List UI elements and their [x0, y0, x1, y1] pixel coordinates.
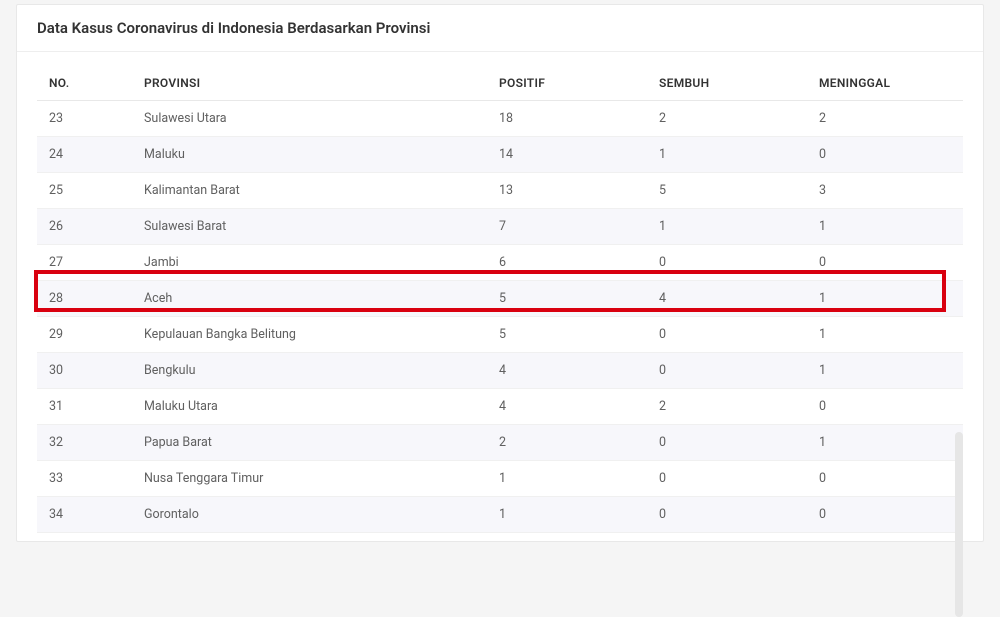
cell-provinsi: Nusa Tenggara Timur	[132, 461, 487, 497]
table-row: 26Sulawesi Barat711	[37, 209, 963, 245]
table-row: 31Maluku Utara420	[37, 389, 963, 425]
cell-no: 25	[37, 173, 132, 209]
cell-sembuh: 4	[647, 281, 807, 317]
table-row: 30Bengkulu401	[37, 353, 963, 389]
province-table: NO. PROVINSI POSITIF SEMBUH MENINGGAL 23…	[37, 66, 963, 533]
cell-provinsi: Gorontalo	[132, 497, 487, 533]
cell-positif: 4	[487, 353, 647, 389]
col-header-provinsi: PROVINSI	[132, 66, 487, 101]
cell-sembuh: 1	[647, 209, 807, 245]
cell-meninggal: 0	[807, 137, 963, 173]
cell-meninggal: 1	[807, 353, 963, 389]
cell-sembuh: 0	[647, 497, 807, 533]
cell-meninggal: 1	[807, 281, 963, 317]
cell-provinsi: Papua Barat	[132, 425, 487, 461]
cell-meninggal: 0	[807, 497, 963, 533]
cell-sembuh: 2	[647, 101, 807, 137]
table-row: 33Nusa Tenggara Timur100	[37, 461, 963, 497]
cell-no: 28	[37, 281, 132, 317]
table-row: 25Kalimantan Barat1353	[37, 173, 963, 209]
cell-positif: 5	[487, 317, 647, 353]
table-row: 28Aceh541	[37, 281, 963, 317]
cell-sembuh: 0	[647, 353, 807, 389]
cell-positif: 2	[487, 425, 647, 461]
table-row: 27Jambi600	[37, 245, 963, 281]
cell-no: 27	[37, 245, 132, 281]
cell-provinsi: Maluku Utara	[132, 389, 487, 425]
col-header-positif: POSITIF	[487, 66, 647, 101]
table-row: 32Papua Barat201	[37, 425, 963, 461]
cell-meninggal: 0	[807, 389, 963, 425]
cell-meninggal: 3	[807, 173, 963, 209]
col-header-sembuh: SEMBUH	[647, 66, 807, 101]
cell-meninggal: 0	[807, 245, 963, 281]
cell-sembuh: 2	[647, 389, 807, 425]
cell-no: 30	[37, 353, 132, 389]
cell-no: 34	[37, 497, 132, 533]
cell-positif: 7	[487, 209, 647, 245]
table-row: 23Sulawesi Utara1822	[37, 101, 963, 137]
cell-meninggal: 1	[807, 317, 963, 353]
col-header-no: NO.	[37, 66, 132, 101]
cell-no: 32	[37, 425, 132, 461]
cell-provinsi: Sulawesi Barat	[132, 209, 487, 245]
card-header: Data Kasus Coronavirus di Indonesia Berd…	[17, 5, 983, 52]
cell-provinsi: Aceh	[132, 281, 487, 317]
table-row: 24Maluku1410	[37, 137, 963, 173]
cell-no: 31	[37, 389, 132, 425]
cell-meninggal: 1	[807, 209, 963, 245]
cell-no: 24	[37, 137, 132, 173]
cell-sembuh: 0	[647, 461, 807, 497]
cell-sembuh: 0	[647, 425, 807, 461]
cell-positif: 6	[487, 245, 647, 281]
cell-provinsi: Bengkulu	[132, 353, 487, 389]
cell-positif: 1	[487, 461, 647, 497]
cell-positif: 5	[487, 281, 647, 317]
cell-provinsi: Sulawesi Utara	[132, 101, 487, 137]
cell-sembuh: 0	[647, 317, 807, 353]
card-title: Data Kasus Coronavirus di Indonesia Berd…	[37, 19, 963, 37]
scrollbar-track[interactable]	[955, 432, 963, 617]
cell-meninggal: 0	[807, 461, 963, 497]
cell-provinsi: Kepulauan Bangka Belitung	[132, 317, 487, 353]
cell-positif: 1	[487, 497, 647, 533]
cell-sembuh: 5	[647, 173, 807, 209]
table-header-row: NO. PROVINSI POSITIF SEMBUH MENINGGAL	[37, 66, 963, 101]
table-body: 23Sulawesi Utara182224Maluku141025Kalima…	[37, 101, 963, 533]
cell-provinsi: Kalimantan Barat	[132, 173, 487, 209]
cell-sembuh: 0	[647, 245, 807, 281]
cell-no: 33	[37, 461, 132, 497]
cell-positif: 14	[487, 137, 647, 173]
table-row: 34Gorontalo100	[37, 497, 963, 533]
cell-meninggal: 2	[807, 101, 963, 137]
cell-provinsi: Maluku	[132, 137, 487, 173]
cell-no: 23	[37, 101, 132, 137]
table-row: 29Kepulauan Bangka Belitung501	[37, 317, 963, 353]
cell-no: 26	[37, 209, 132, 245]
cell-positif: 4	[487, 389, 647, 425]
cell-meninggal: 1	[807, 425, 963, 461]
data-card: Data Kasus Coronavirus di Indonesia Berd…	[16, 4, 984, 542]
cell-positif: 18	[487, 101, 647, 137]
cell-positif: 13	[487, 173, 647, 209]
col-header-meninggal: MENINGGAL	[807, 66, 963, 101]
card-body: NO. PROVINSI POSITIF SEMBUH MENINGGAL 23…	[17, 52, 983, 541]
cell-no: 29	[37, 317, 132, 353]
cell-sembuh: 1	[647, 137, 807, 173]
cell-provinsi: Jambi	[132, 245, 487, 281]
